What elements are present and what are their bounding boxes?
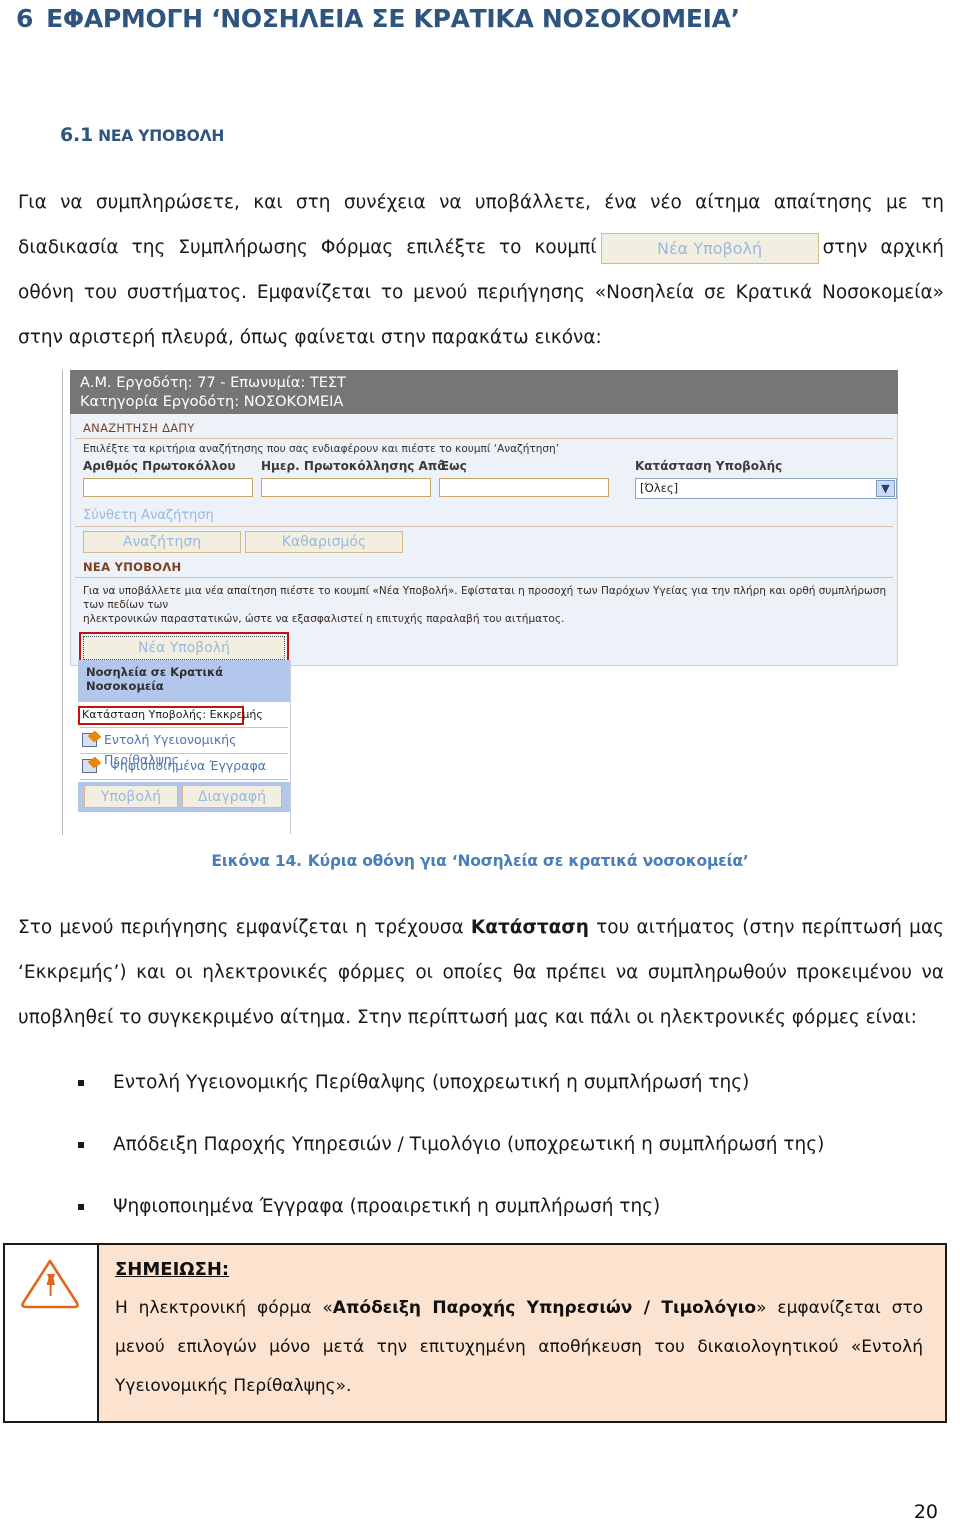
section-heading-number: 6.1 (60, 124, 94, 146)
section-heading: 6.1 ΝΕΑ ΥΠΟΒΟΛΗ (60, 124, 224, 146)
figure-caption: Εικόνα 14. Κύρια οθόνη για ‘Νοσηλεία σε κ… (0, 852, 960, 870)
nav-menu-item-digitized-documents[interactable]: Ψηφιοποιημένα Έγγραφα (78, 756, 290, 777)
figure-caption-number: Εικόνα 14. (211, 852, 302, 870)
delete-button[interactable]: Διαγραφή (182, 785, 282, 808)
protocol-date-to-input[interactable] (439, 478, 609, 497)
app-window: Α.Μ. Εργοδότη: 77 - Επωνυμία: ΤΕΣΤ Κατηγ… (70, 370, 898, 834)
intro-paragraph: Για να συμπληρώσετε, και στη συνέχεια να… (18, 180, 944, 360)
warning-pushpin-icon (21, 1259, 79, 1309)
screenshot-left-rule (62, 370, 63, 835)
search-field-row: Αριθμός Πρωτοκόλλου Ημερ. Πρωτοκόλλησης … (83, 459, 897, 505)
status-badge: Κατάσταση Υποβολής: Εκκρεμής (82, 708, 263, 721)
note-paragraph-part1: Η ηλεκτρονική φόρμα « (115, 1298, 333, 1318)
nav-menu-tail (78, 812, 290, 834)
search-hint: Επιλέξτε τα κριτήρια αναζήτησης που σας … (83, 443, 560, 455)
new-submission-divider (75, 577, 893, 578)
nav-menu-item-label: Ψηφιοποιημένα Έγγραφα (110, 758, 266, 773)
nav-menu-footer: Υποβολή Διαγραφή (78, 782, 290, 812)
nav-menu-divider-1 (80, 727, 288, 728)
list-item: Εντολή Υγειονομικής Περίθαλψης (υποχρεωτ… (18, 1068, 944, 1130)
page-title-number: 6 (16, 4, 34, 33)
submit-button[interactable]: Υποβολή (84, 785, 178, 808)
app-header-category-line: Κατηγορία Εργοδότη: ΝΟΣΟΚΟΜΕΙΑ (80, 394, 344, 410)
new-submission-hint-line2: ηλεκτρονικών παραστατικών, ώστε να εξασφ… (83, 613, 565, 625)
search-button[interactable]: Αναζήτηση (83, 531, 241, 553)
nav-menu-item-healthcare-order[interactable]: Εντολή Υγειονομικής Περίθαλψης (78, 730, 290, 767)
submission-status-label: Κατάσταση Υποβολής (635, 459, 783, 473)
app-body: ΑΝΑΖΗΤΗΣΗ ΔΑΠΥ Επιλέξτε τα κριτήρια αναζ… (70, 414, 898, 666)
note-icon-cell (5, 1245, 99, 1421)
page-title: 6 ΕΦΑΡΜΟΓΗ ‘ΝΟΣΗΛΕΙΑ ΣΕ ΚΡΑΤΙΚΑ ΝΟΣΟΚΟΜΕΙ… (16, 4, 740, 33)
new-submission-hint: Για να υποβάλλετε μια νέα απαίτηση πιέστ… (71, 582, 897, 632)
bullet-square-icon (78, 1204, 84, 1210)
page-title-text: ΕΦΑΡΜΟΓΗ ‘ΝΟΣΗΛΕΙΑ ΣΕ ΚΡΑΤΙΚΑ ΝΟΣΟΚΟΜΕΙΑ… (46, 4, 740, 33)
search-section-title: ΑΝΑΖΗΤΗΣΗ ΔΑΠΥ (83, 421, 195, 435)
new-submission-section-title: ΝΕΑ ΥΠΟΒΟΛΗ (83, 560, 182, 574)
note-title: ΣΗΜΕΙΩΣΗ: (115, 1259, 230, 1280)
page-number: 20 (913, 1501, 938, 1523)
note-text-cell: ΣΗΜΕΙΩΣΗ: Η ηλεκτρονική φόρμα «Απόδειξη … (99, 1245, 945, 1421)
advanced-search-link[interactable]: Σύνθετη Αναζήτηση (71, 505, 897, 526)
clear-button[interactable]: Καθαρισμός (245, 531, 403, 553)
app-header-employer-line: Α.Μ. Εργοδότη: 77 - Επωνυμία: ΤΕΣΤ (80, 375, 346, 391)
new-submission-hint-line1: Για να υποβάλλετε μια νέα απαίτηση πιέστ… (83, 585, 887, 611)
protocol-date-from-input[interactable] (261, 478, 431, 497)
nav-menu-status-line: Κατάσταση Υποβολής: Εκκρεμής (78, 706, 290, 725)
forms-bullet-list: Εντολή Υγειονομικής Περίθαλψης (υποχρεωτ… (18, 1068, 944, 1254)
list-item: Απόδειξη Παροχής Υπηρεσιών / Τιμολόγιο (… (18, 1130, 944, 1192)
inline-new-submission-button[interactable]: Νέα Υποβολή (600, 232, 819, 264)
protocol-date-from-label: Ημερ. Πρωτοκόλλησης Από (261, 459, 446, 473)
document-edit-icon (82, 733, 97, 747)
bullet-square-icon (78, 1080, 84, 1086)
nav-menu-panel: Νοσηλεία σε Κρατικά Νοσοκομεία Κατάσταση… (78, 660, 291, 834)
search-section-divider (75, 438, 893, 439)
post-figure-paragraph-bold: Κατάσταση (470, 917, 589, 938)
post-figure-paragraph: Στο μενού περιήγησης εμφανίζεται η τρέχο… (18, 905, 944, 1040)
protocol-number-input[interactable] (83, 478, 253, 497)
list-item-label: Απόδειξη Παροχής Υπηρεσιών / Τιμολόγιο (… (113, 1134, 825, 1155)
note-paragraph-bold: Απόδειξη Παροχής Υπηρεσιών / Τιμολόγιο (332, 1298, 757, 1318)
list-item-label: Εντολή Υγειονομικής Περίθαλψης (υποχρεωτ… (113, 1072, 750, 1093)
nav-menu-divider-3 (80, 779, 288, 780)
list-item-label: Ψηφιοποιημένα Έγγραφα (προαιρετική η συμ… (113, 1196, 661, 1217)
note-callout-box: ΣΗΜΕΙΩΣΗ: Η ηλεκτρονική φόρμα «Απόδειξη … (3, 1243, 947, 1423)
protocol-number-label: Αριθμός Πρωτοκόλλου (83, 459, 236, 473)
advanced-search-divider (75, 526, 893, 527)
note-paragraph: Η ηλεκτρονική φόρμα «Απόδειξη Παροχής Υπ… (115, 1289, 923, 1406)
embedded-app-screenshot: Α.Μ. Εργοδότη: 77 - Επωνυμία: ΤΕΣΤ Κατηγ… (62, 370, 898, 835)
nav-menu-title: Νοσηλεία σε Κρατικά Νοσοκομεία (78, 660, 290, 702)
document-edit-icon (82, 759, 97, 773)
submission-status-select[interactable]: [Όλες] ▼ (635, 478, 897, 499)
submission-status-value: [Όλες] (640, 481, 679, 495)
post-figure-paragraph-part1: Στο μενού περιήγησης εμφανίζεται η τρέχο… (18, 917, 471, 938)
new-submission-button[interactable]: Νέα Υποβολή (83, 636, 285, 660)
figure-caption-text: Κύρια οθόνη για ‘Νοσηλεία σε κρατικά νοσ… (307, 852, 749, 870)
app-header: Α.Μ. Εργοδότη: 77 - Επωνυμία: ΤΕΣΤ Κατηγ… (70, 370, 898, 414)
search-buttons-row: Αναζήτηση Καθαρισμός (79, 531, 889, 557)
chevron-down-icon[interactable]: ▼ (876, 480, 895, 497)
section-heading-text: ΝΕΑ ΥΠΟΒΟΛΗ (98, 127, 225, 145)
bullet-square-icon (78, 1142, 84, 1148)
protocol-date-to-label: Έως (439, 459, 467, 473)
